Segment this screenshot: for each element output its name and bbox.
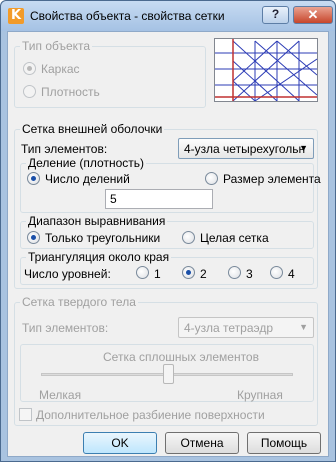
slider-min-label: Мелкая: [39, 388, 82, 402]
shell-element-type-select[interactable]: 4-узла четырехугольн ▼: [178, 138, 314, 159]
radio-division-count[interactable]: [27, 172, 40, 185]
ok-button[interactable]: OK: [83, 432, 157, 454]
close-button[interactable]: ✕: [293, 6, 333, 24]
extra-surface-split-label: Дополнительное разбиение поверхности: [36, 408, 265, 422]
solid-slider-title: Сетка сплошных элементов: [103, 350, 259, 364]
radio-level-4[interactable]: [270, 266, 283, 279]
radio-level-3-label: 3: [246, 267, 253, 281]
radio-triangles-only-label: Только треугольники: [45, 231, 161, 245]
radio-level-1-label: 1: [154, 267, 161, 281]
chevron-down-icon: ▼: [299, 322, 308, 332]
radio-element-size-label: Размер элемента: [223, 172, 321, 186]
solid-element-type-value: 4-узла тетраэдр: [184, 321, 274, 335]
help-button[interactable]: Помощь: [247, 432, 321, 454]
dialog-window: K Свойства объекта - свойства сетки ? ✕ …: [0, 0, 336, 462]
division-title: Деление (плотность): [26, 156, 146, 170]
chevron-down-icon: ▼: [299, 143, 308, 153]
levels-label: Число уровней:: [24, 267, 111, 281]
window-title: Свойства объекта - свойства сетки: [30, 9, 225, 23]
slider-max-label: Крупная: [237, 388, 283, 402]
radio-density[interactable]: [23, 85, 36, 98]
cancel-button[interactable]: Отмена: [165, 432, 239, 454]
extra-surface-split-checkbox[interactable]: [19, 408, 32, 421]
radio-wireframe[interactable]: [23, 62, 36, 75]
solid-mesh-title: Сетка твердого тела: [20, 295, 138, 309]
radio-wireframe-label: Каркас: [41, 62, 80, 76]
mesh-preview: [214, 38, 318, 102]
radio-level-2-label: 2: [200, 267, 207, 281]
shell-element-type-label: Тип элементов:: [21, 142, 108, 156]
object-type-title: Тип объекта: [20, 39, 93, 53]
solid-element-type-select[interactable]: 4-узла тетраэдр ▼: [178, 317, 314, 338]
alignment-title: Диапазон выравнивания: [26, 214, 168, 228]
division-value-input[interactable]: 5: [105, 189, 213, 209]
edge-triangulation-title: Триангуляция около края: [26, 250, 172, 264]
mesh-preview-icon: [215, 39, 318, 102]
radio-level-3[interactable]: [228, 266, 241, 279]
radio-level-1[interactable]: [136, 266, 149, 279]
radio-level-4-label: 4: [288, 267, 295, 281]
dialog-body: Тип объекта Каркас Плотность Сетка внешн…: [7, 31, 329, 457]
radio-level-2[interactable]: [182, 266, 195, 279]
radio-density-label: Плотность: [41, 85, 100, 99]
title-bar[interactable]: K Свойства объекта - свойства сетки ? ✕: [1, 1, 335, 31]
radio-element-size[interactable]: [205, 172, 218, 185]
shell-element-type-value: 4-узла четырехугольн: [184, 142, 306, 156]
radio-whole-mesh[interactable]: [182, 231, 195, 244]
solid-density-slider-thumb[interactable]: [163, 364, 174, 384]
app-logo-icon: K: [8, 8, 24, 24]
solid-element-type-label: Тип элементов:: [22, 321, 109, 335]
radio-division-count-label: Число делений: [45, 172, 130, 186]
radio-triangles-only[interactable]: [27, 231, 40, 244]
shell-mesh-title: Сетка внешней оболочки: [20, 122, 165, 136]
radio-whole-mesh-label: Целая сетка: [200, 231, 269, 245]
help-title-button[interactable]: ?: [262, 6, 289, 24]
